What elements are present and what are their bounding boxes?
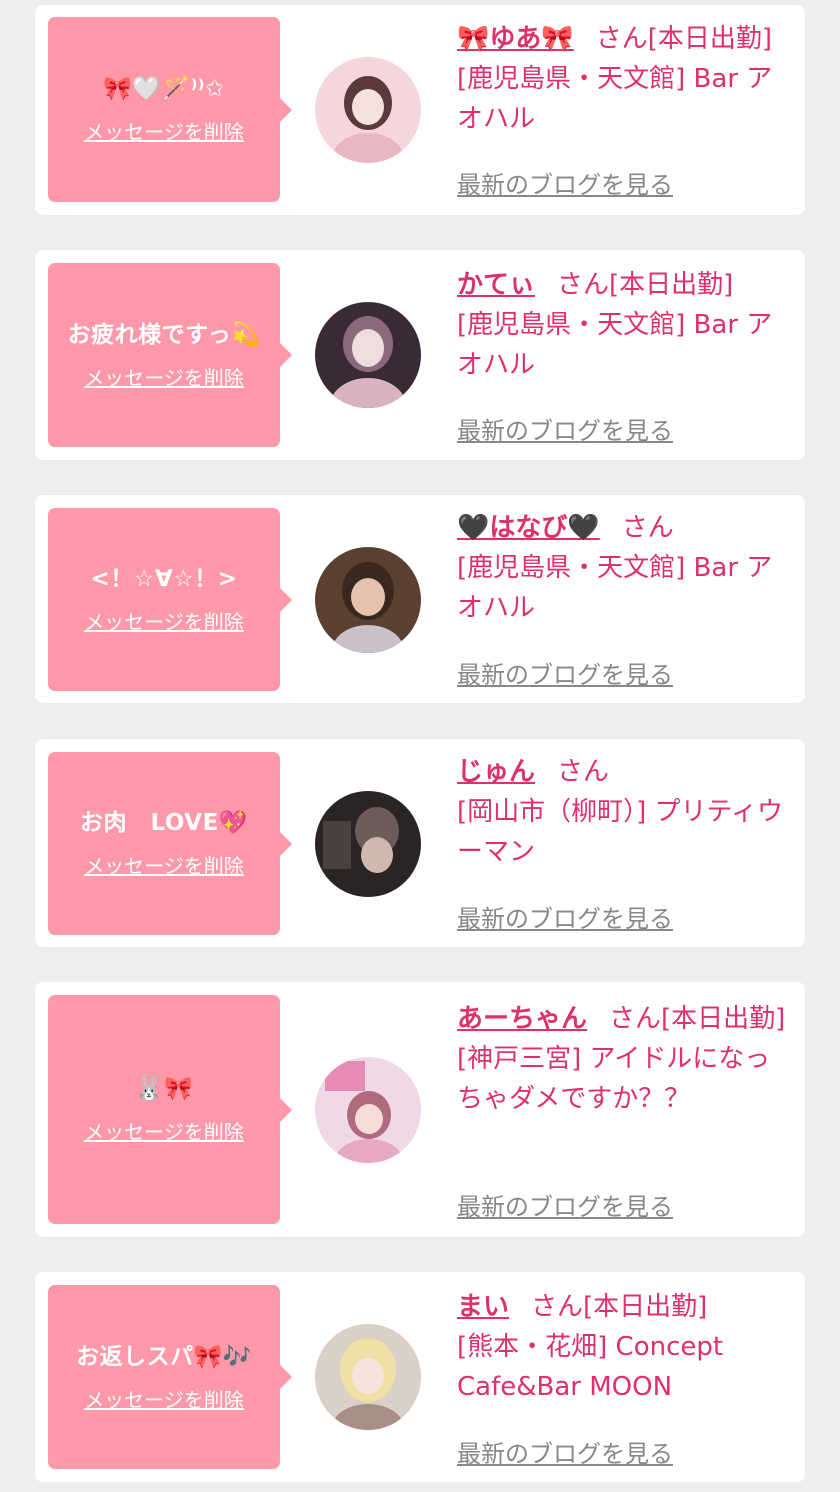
message-card: 🐰🎀 メッセージを削除 あーちゃん さん[本日出勤] [神戸三宮] アイドルになっ… (35, 982, 805, 1237)
attendance-status: [本日出勤] (583, 1292, 708, 1322)
message-text: お肉 LOVE💖 (80, 810, 248, 836)
message-card: お肉 LOVE💖 メッセージを削除 じゅん さん [岡山市（柳町）] プリティウー… (35, 739, 805, 947)
latest-blog-link[interactable]: 最新のブログを見る (457, 899, 673, 934)
message-text: お疲れ様ですっ💫 (67, 321, 261, 348)
honorific: さん (557, 270, 610, 300)
avatar-photo (315, 791, 421, 897)
avatar[interactable] (315, 302, 421, 408)
avatar-photo (315, 302, 421, 408)
delete-message-link[interactable]: メッセージを削除 (84, 1384, 244, 1413)
avatar-photo (315, 1324, 421, 1430)
message-card: お疲れ様ですっ💫 メッセージを削除 かてぃ さん[本日出勤] [鹿児島県・天文館]… (35, 250, 805, 460)
honorific: さん (531, 1292, 584, 1322)
delete-message-link[interactable]: メッセージを削除 (84, 116, 244, 145)
delete-message-link[interactable]: メッセージを削除 (84, 606, 244, 635)
message-bubble: お肉 LOVE💖 メッセージを削除 (48, 752, 292, 935)
attendance-status: [本日出勤] (647, 24, 773, 54)
attendance-status: [本日出勤] (609, 270, 734, 300)
attendance-status: [本日出勤] (661, 1004, 786, 1034)
message-text: 🐰🎀 (134, 1076, 194, 1102)
avatar[interactable] (315, 1324, 421, 1430)
message-card: 🎀🤍🪄⁾⁾✩ メッセージを削除 🎀ゆあ🎀 さん[本日出勤] [鹿児島県・天文館] … (35, 5, 805, 215)
avatar[interactable] (315, 1057, 421, 1163)
message-text: <！☆∀☆！> (90, 566, 238, 592)
shop-label: [神戸三宮] アイドルになっちゃダメですか？？ (457, 1044, 771, 1114)
latest-blog-link[interactable]: 最新のブログを見る (457, 1187, 673, 1222)
honorific: さん (609, 1004, 662, 1034)
avatar-photo (315, 57, 421, 163)
cast-info: かてぃ さん[本日出勤] [鹿児島県・天文館] Bar アオハル (457, 265, 792, 385)
latest-blog-link[interactable]: 最新のブログを見る (457, 1434, 673, 1469)
latest-blog-link[interactable]: 最新のブログを見る (457, 411, 673, 446)
honorific: さん (621, 513, 674, 543)
message-bubble: お疲れ様ですっ💫 メッセージを削除 (48, 263, 292, 447)
message-card: お返しスパ🎀🎶 メッセージを削除 まい さん[本日出勤] [熊本・花畑] Conc… (35, 1272, 805, 1482)
message-bubble: <！☆∀☆！> メッセージを削除 (48, 508, 292, 691)
avatar[interactable] (315, 57, 421, 163)
cast-info: 🎀ゆあ🎀 さん[本日出勤] [鹿児島県・天文館] Bar アオハル (457, 19, 792, 139)
shop-label: [鹿児島県・天文館] Bar アオハル (457, 310, 773, 380)
message-card: <！☆∀☆！> メッセージを削除 🖤はなび🖤 さん [鹿児島県・天文館] Bar … (35, 495, 805, 703)
cast-name-link[interactable]: あーちゃん (457, 1004, 587, 1034)
delete-message-link[interactable]: メッセージを削除 (84, 1116, 244, 1145)
cast-name-link[interactable]: 🎀ゆあ🎀 (457, 24, 574, 54)
avatar-photo (315, 547, 421, 653)
honorific: さん (595, 24, 648, 54)
message-list: 🎀🤍🪄⁾⁾✩ メッセージを削除 🎀ゆあ🎀 さん[本日出勤] [鹿児島県・天文館] … (0, 0, 840, 1492)
cast-name-link[interactable]: まい (457, 1292, 509, 1322)
message-text: お返しスパ🎀🎶 (76, 1343, 252, 1370)
cast-info: 🖤はなび🖤 さん [鹿児島県・天文館] Bar アオハル (457, 508, 792, 628)
cast-name-link[interactable]: じゅん (457, 757, 535, 787)
shop-label: [鹿児島県・天文館] Bar アオハル (457, 553, 773, 623)
honorific: さん (557, 757, 610, 787)
cast-info: まい さん[本日出勤] [熊本・花畑] Concept Cafe&Bar MOON (457, 1287, 792, 1407)
avatar-photo (315, 1057, 421, 1163)
avatar[interactable] (315, 547, 421, 653)
cast-info: あーちゃん さん[本日出勤] [神戸三宮] アイドルになっちゃダメですか？？ (457, 999, 792, 1119)
cast-name-link[interactable]: かてぃ (457, 270, 535, 300)
latest-blog-link[interactable]: 最新のブログを見る (457, 655, 673, 690)
message-bubble: お返しスパ🎀🎶 メッセージを削除 (48, 1285, 292, 1469)
avatar[interactable] (315, 791, 421, 897)
delete-message-link[interactable]: メッセージを削除 (84, 362, 244, 391)
cast-info: じゅん さん [岡山市（柳町）] プリティウーマン (457, 752, 792, 872)
message-bubble: 🎀🤍🪄⁾⁾✩ メッセージを削除 (48, 17, 292, 202)
message-bubble: 🐰🎀 メッセージを削除 (48, 995, 292, 1224)
cast-name-link[interactable]: 🖤はなび🖤 (457, 513, 600, 543)
message-text: 🎀🤍🪄⁾⁾✩ (103, 76, 225, 102)
shop-label: [熊本・花畑] Concept Cafe&Bar MOON (457, 1332, 724, 1402)
delete-message-link[interactable]: メッセージを削除 (84, 850, 244, 879)
latest-blog-link[interactable]: 最新のブログを見る (457, 165, 673, 200)
shop-label: [鹿児島県・天文館] Bar アオハル (457, 64, 773, 134)
shop-label: [岡山市（柳町）] プリティウーマン (457, 797, 783, 867)
